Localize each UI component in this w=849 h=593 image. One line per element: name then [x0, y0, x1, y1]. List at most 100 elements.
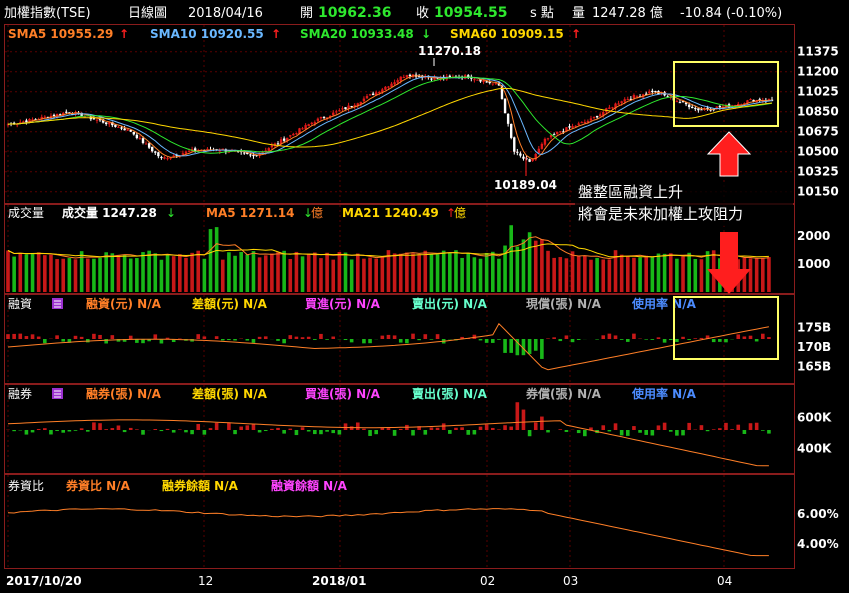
sma60-legend: SMA60 10909.15 [450, 27, 564, 41]
x-tick-label: 2018/01 [312, 574, 366, 588]
short-bar [509, 426, 513, 430]
margin-bar [527, 339, 532, 354]
short-bar [736, 424, 741, 430]
volume-bar [362, 258, 366, 292]
volume-bar [343, 252, 348, 292]
candle-body [503, 98, 507, 114]
margin-tick-label: 175B [797, 321, 831, 335]
margin-bar [533, 339, 538, 351]
margin-bar [625, 339, 630, 342]
margin-bar [368, 339, 372, 344]
margin-item: 現償(張) N/A [526, 296, 602, 311]
short-bar [368, 430, 372, 436]
short-bar [141, 430, 145, 435]
volume-bar [625, 256, 630, 292]
high-annotation: 11270.18 [418, 44, 481, 58]
short-item: 差額(張) N/A [191, 386, 268, 401]
candle-body [543, 138, 547, 145]
volume-bar [159, 259, 164, 292]
volume-bar [349, 259, 354, 292]
candle-body [104, 122, 108, 125]
margin-bar [411, 333, 415, 339]
volume-bar [460, 257, 464, 292]
volume-bar [478, 258, 483, 292]
candle-body [138, 137, 142, 139]
margin-bar [748, 335, 753, 339]
short-bar [515, 402, 520, 430]
margin-bar [349, 339, 354, 343]
candle-body [338, 110, 341, 112]
short-bar [540, 416, 544, 430]
volume-bar [601, 259, 606, 292]
volume-ma21-legend: MA21 1240.49 [342, 206, 439, 220]
volume-bar [282, 250, 286, 292]
candle-body [691, 106, 694, 109]
volume-bar [49, 254, 53, 292]
volume-bar [368, 257, 372, 292]
short-bar [159, 430, 164, 432]
candle-body [556, 131, 559, 135]
volume-bar [110, 253, 115, 292]
margin-bar [392, 335, 397, 339]
candle-body [678, 102, 682, 104]
candle-body [430, 78, 433, 80]
candle-body [390, 83, 393, 87]
margin-bar [503, 339, 507, 353]
candle-body [282, 138, 286, 141]
short-bar [67, 430, 72, 432]
short-bar [337, 430, 342, 435]
short-bar [214, 422, 219, 430]
candle-body [648, 91, 651, 94]
stock-chart: 加權指數(TSE) 日線圖 2018/04/16 開 10962.36 收 10… [0, 0, 849, 593]
short-panel-title: 融券 [8, 386, 32, 401]
margin-tick-label: 165B [797, 359, 831, 373]
volume-bar [448, 252, 452, 292]
volume-bar [632, 257, 636, 292]
short-bar [398, 428, 403, 430]
volume-bar [331, 259, 336, 292]
candle-body [304, 125, 307, 130]
volume-bar [30, 252, 35, 292]
volume-bar [245, 254, 250, 292]
volume-bar [184, 257, 188, 292]
candle-body [485, 81, 488, 83]
price-tick-label: 10500 [797, 145, 839, 159]
down-arrow-icon: ↓ [166, 206, 176, 220]
margin-bar [98, 334, 102, 339]
margin-bar [73, 335, 78, 339]
candle-body [218, 150, 221, 152]
volume-bar [178, 254, 182, 292]
candle-body [580, 122, 583, 124]
volume-bar [190, 252, 194, 292]
volume-bar [589, 259, 593, 292]
candle-body [697, 108, 700, 111]
volume-bar [644, 255, 649, 292]
short-bar [355, 422, 360, 430]
short-bar [656, 425, 661, 430]
short-tick-label: 400K [797, 442, 832, 456]
candle-body [144, 143, 148, 145]
short-bar [276, 427, 280, 430]
volume-bar [748, 258, 753, 292]
candle-body [181, 153, 185, 155]
candle-body [537, 148, 541, 154]
short-bar [92, 422, 96, 430]
sma20-legend: SMA20 10933.48 [300, 27, 414, 41]
margin-bar [343, 339, 348, 341]
margin-bar [693, 338, 698, 339]
short-bar [306, 430, 311, 432]
volume-bar [454, 250, 458, 292]
candle-body [384, 86, 387, 90]
volume-tick-label: 2000 [797, 229, 830, 243]
candle-body [611, 107, 614, 109]
margin-bar [380, 335, 385, 339]
x-tick-label: 04 [717, 574, 732, 588]
short-bar [257, 430, 262, 433]
volume-bar [392, 253, 397, 292]
short-bar [270, 428, 274, 430]
short-tick-label: 600K [797, 411, 832, 425]
volume-bar [405, 252, 409, 292]
margin-bar [681, 336, 685, 339]
candle-body [316, 118, 320, 122]
margin-bar [497, 339, 501, 340]
